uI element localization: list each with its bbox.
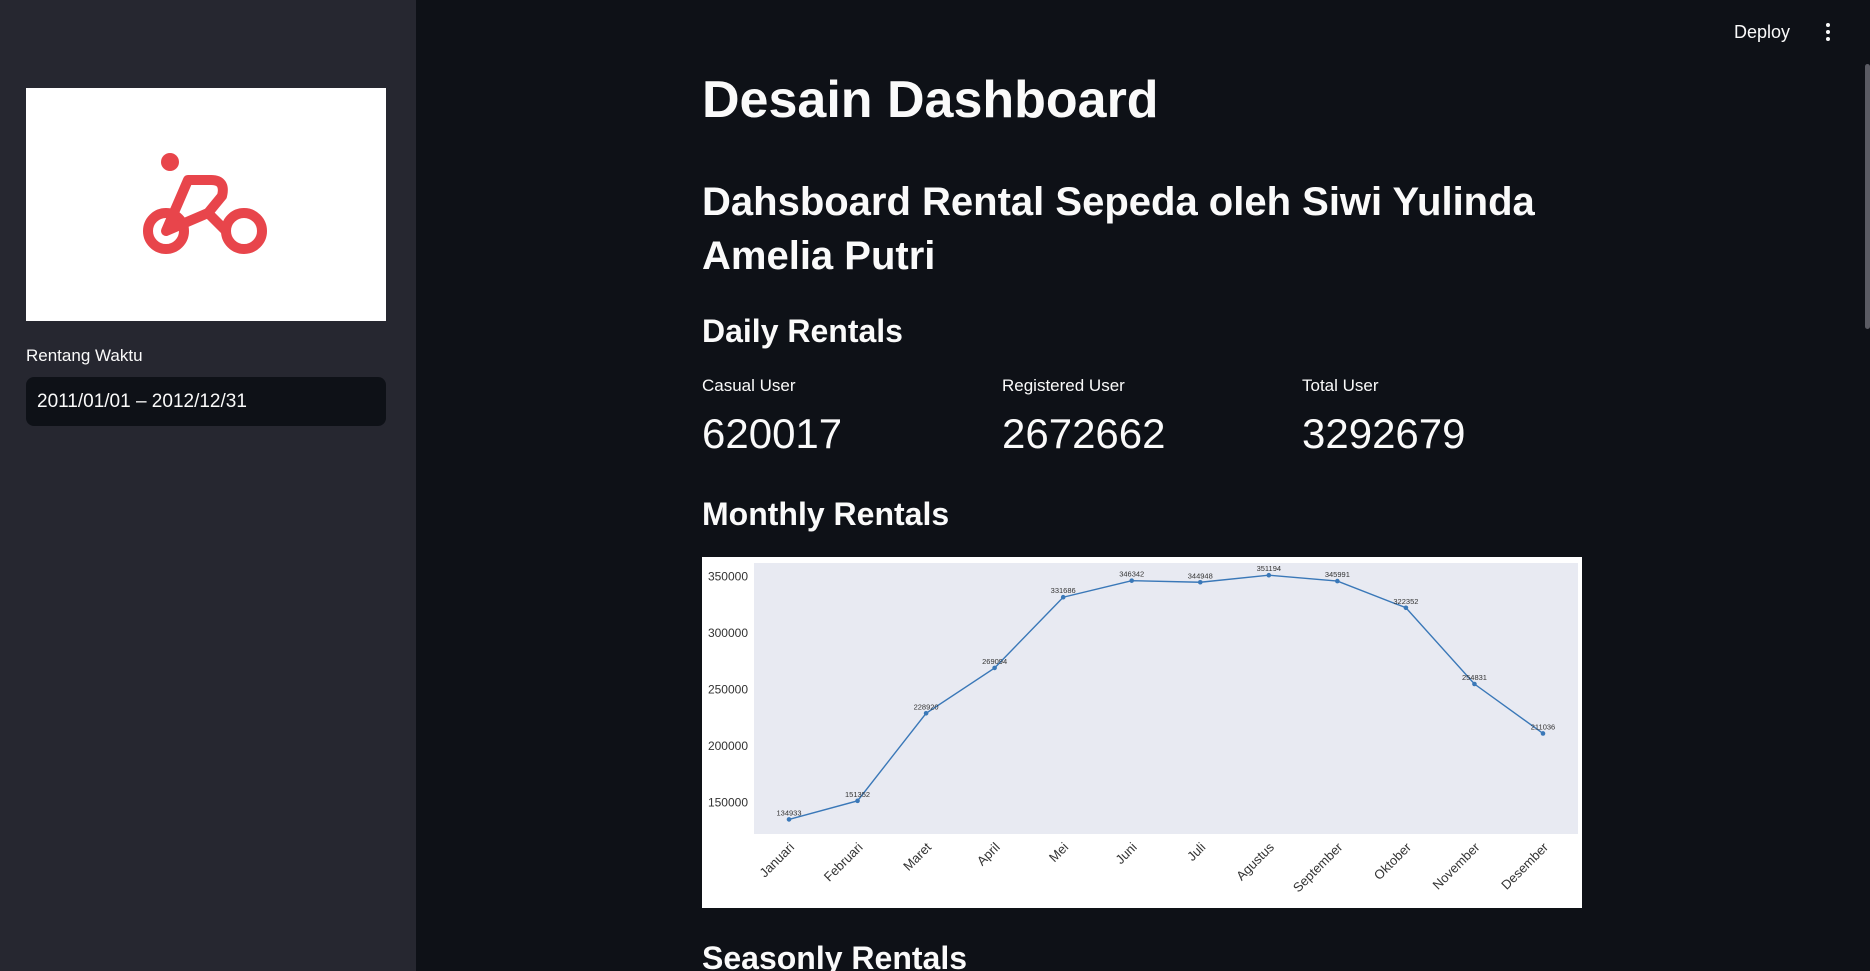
data-label: 351194 xyxy=(1257,564,1281,573)
page-subtitle: Dahsboard Rental Sepeda oleh Siwi Yulind… xyxy=(702,180,1535,278)
x-tick-label: Februari xyxy=(821,839,866,884)
plot-area xyxy=(754,563,1578,834)
x-tick-label: Maret xyxy=(900,839,934,873)
metric-label: Casual User xyxy=(702,376,796,395)
data-label: 269094 xyxy=(982,657,1007,666)
x-tick-label: Mei xyxy=(1046,839,1071,864)
data-point xyxy=(1472,681,1477,687)
chart-svg: 150000 200000 250000 300000 350000 134933 1513… xyxy=(708,563,1578,895)
x-tick-label: Juni xyxy=(1112,839,1140,867)
metric-value: 3292679 xyxy=(1302,410,1466,457)
logo-wheel-front xyxy=(221,208,267,254)
daily-rentals-heading: Daily Rentals xyxy=(702,313,903,349)
seasonly-rentals-heading: Seasonly Rentals xyxy=(702,940,967,971)
deploy-button[interactable]: Deploy xyxy=(1734,22,1790,43)
data-point xyxy=(1060,594,1066,600)
logo-fork xyxy=(203,208,231,236)
logo-card xyxy=(26,88,386,321)
data-label: 228920 xyxy=(914,702,939,711)
y-tick-label: 350000 xyxy=(708,570,748,584)
data-point xyxy=(1129,578,1135,583)
page-title: Desain Dashboard xyxy=(702,71,1159,129)
scrollbar[interactable] xyxy=(1865,64,1870,329)
metric-value: 620017 xyxy=(702,410,843,457)
logo-head xyxy=(161,153,179,171)
data-label: 211036 xyxy=(1531,722,1555,731)
data-point xyxy=(923,710,929,716)
data-label: 134933 xyxy=(776,808,801,817)
y-tick-label: 150000 xyxy=(708,795,748,809)
y-tick-label: 300000 xyxy=(708,626,748,640)
x-tick-label: September xyxy=(1290,839,1346,895)
date-range-input[interactable]: 2011/01/01 – 2012/12/31 xyxy=(26,377,386,426)
monthly-rentals-heading: Monthly Rentals xyxy=(702,496,950,532)
date-range-label: Rentang Waktu xyxy=(26,346,143,365)
y-tick-label: 200000 xyxy=(708,739,748,753)
x-tick-label: Agustus xyxy=(1233,839,1277,883)
data-point xyxy=(1197,579,1203,585)
data-label: 331686 xyxy=(1051,586,1076,595)
data-point xyxy=(786,817,792,822)
app-root: Rentang Waktu 2011/01/01 – 2012/12/31 De… xyxy=(0,0,1870,971)
sidebar: Rentang Waktu 2011/01/01 – 2012/12/31 xyxy=(0,0,416,971)
data-point xyxy=(1403,605,1409,611)
data-label: 254831 xyxy=(1462,673,1487,682)
data-label: 344948 xyxy=(1188,571,1213,580)
x-tick-label: Oktober xyxy=(1371,839,1415,883)
data-point xyxy=(1266,572,1272,578)
data-point xyxy=(1335,578,1340,584)
kebab-menu-icon[interactable] xyxy=(1820,20,1836,50)
data-label: 151352 xyxy=(845,790,870,799)
data-label: 346342 xyxy=(1119,570,1144,579)
metric-label: Total User xyxy=(1302,376,1379,395)
x-tick-label: Desember xyxy=(1498,839,1551,892)
data-point xyxy=(992,665,997,671)
data-point xyxy=(1540,731,1546,736)
metric-registered-user: Registered User 2672662 xyxy=(1002,376,1166,458)
data-point xyxy=(855,798,860,804)
x-tick-label: Juli xyxy=(1184,839,1208,863)
data-label: 322352 xyxy=(1393,597,1418,606)
bicycle-logo-icon xyxy=(143,153,267,254)
x-tick-label: November xyxy=(1430,839,1483,892)
y-tick-label: 250000 xyxy=(708,682,748,696)
x-tick-label: Januari xyxy=(756,839,797,880)
data-label: 345991 xyxy=(1325,570,1350,579)
metric-value: 2672662 xyxy=(1002,410,1166,457)
metric-casual-user: Casual User 620017 xyxy=(702,376,842,458)
x-tick-label: April xyxy=(974,839,1003,868)
metric-total-user: Total User 3292679 xyxy=(1302,376,1466,458)
metric-label: Registered User xyxy=(1002,376,1125,395)
monthly-rentals-chart: 150000 200000 250000 300000 350000 134933 1513… xyxy=(702,557,1582,908)
